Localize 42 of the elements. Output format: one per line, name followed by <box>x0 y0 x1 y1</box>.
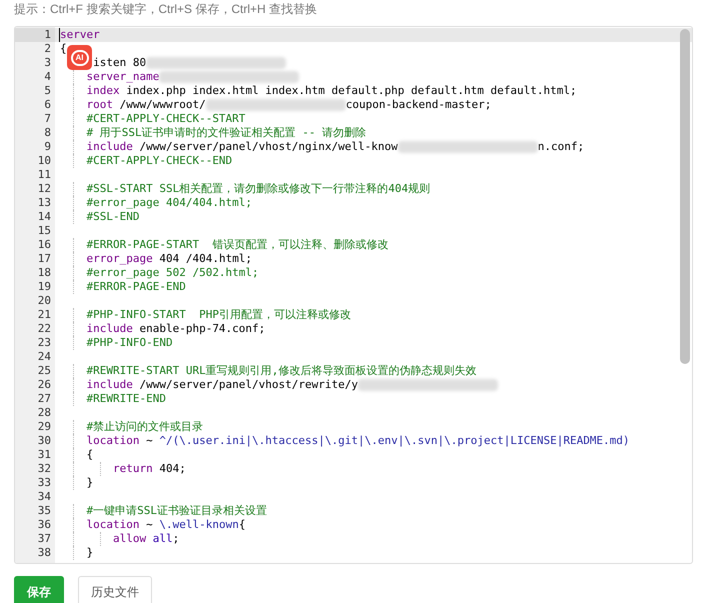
save-button[interactable]: 保存 <box>14 576 64 603</box>
code-line: # 用于SSL证书申请时的文件验证相关配置 -- 请勿删除 <box>86 126 366 140</box>
history-button[interactable]: 历史文件 <box>78 576 152 603</box>
code-line: coupon-backend-master; <box>346 98 492 112</box>
code-line: #REWRITE-END <box>86 392 166 406</box>
code-line: #ERROR-PAGE-START 错误页配置，可以注释、删除或修改 <box>86 238 388 252</box>
line-number: 1 <box>15 28 55 42</box>
code-line: { <box>60 42 67 56</box>
code-line: { <box>86 448 94 462</box>
code-line: #SSL-START SSL相关配置，请勿删除或修改下一行带注释的404规则 <box>86 182 430 196</box>
code-line: #error_page 404/404.html; <box>86 196 252 210</box>
code-line: error_page 404 /404.html; <box>86 252 252 266</box>
code-line: #error_page 502 /502.html; <box>86 266 259 280</box>
code-line: return 404; <box>112 462 186 476</box>
code-line: #PHP-INFO-START PHP引用配置，可以注释或修改 <box>86 308 351 322</box>
code-line: } <box>86 476 94 490</box>
code-line: server <box>60 28 100 42</box>
code-line: include enable-php-74.conf; <box>86 322 266 336</box>
code-line: #SSL-END <box>86 210 140 224</box>
code-line: #禁止访问的文件或目录 <box>86 420 204 434</box>
code-line: } <box>86 546 94 560</box>
code-line: location ~ ^/(\.user.ini|\.htaccess|\.git|\.env|\.svn|\.project|LICENSE|README.md) <box>86 434 630 448</box>
code-line: server_name <box>86 70 160 84</box>
code-line: #ERROR-PAGE-END <box>86 280 186 294</box>
code-line: #PHP-INFO-END <box>86 336 173 350</box>
code-line: #一键申请SSL证书验证目录相关设置 <box>86 504 267 518</box>
code-line: isten 80 <box>93 56 146 70</box>
code-line: #CERT-APPLY-CHECK--START <box>86 112 246 126</box>
code-line: allow all; <box>112 532 180 546</box>
code-line: include /www/server/panel/vhost/nginx/well-know <box>86 140 398 154</box>
code-line: #CERT-APPLY-CHECK--END <box>86 154 232 168</box>
ai-badge[interactable]: AI <box>67 45 92 70</box>
code-line: n.conf; <box>538 140 584 154</box>
code-line: #REWRITE-START URL重写规则引用,修改后将导致面板设置的伪静态规则失效 <box>86 364 476 378</box>
code-line: root /www/wwwroot/ <box>86 98 206 112</box>
code-editor[interactable] <box>14 26 693 564</box>
text-cursor <box>59 28 60 42</box>
scrollbar-thumb[interactable] <box>680 29 690 364</box>
code-line: index index.php index.html index.htm default.php default.htm default.html; <box>86 84 577 98</box>
code-line: location ~ \.well-known{ <box>86 518 246 532</box>
code-line: include /www/server/panel/vhost/rewrite/y <box>86 378 358 392</box>
hint-text: 提示：Ctrl+F 搜索关键字，Ctrl+S 保存，Ctrl+H 查找替换 <box>13 1 318 18</box>
